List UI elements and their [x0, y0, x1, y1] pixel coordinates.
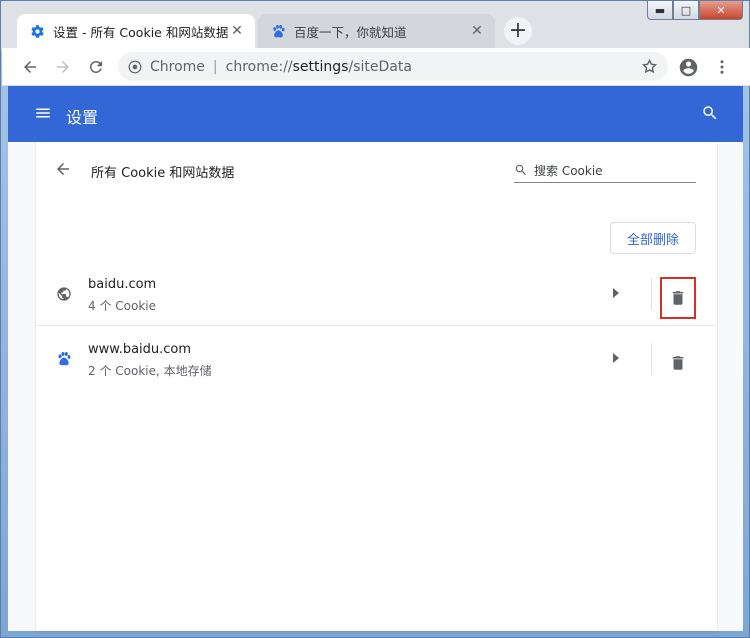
arrow-right-icon: [57, 61, 69, 73]
site-name: www.baidu.com: [88, 342, 192, 357]
close-tab-icon[interactable]: ✕: [469, 23, 485, 39]
site-chip-label: Chrome: [150, 58, 205, 75]
browser-window: ▬ □ ✕ 设置 - 所有 Cookie 和网站数据 ✕ 百度一下，你就知道 ✕…: [0, 0, 750, 638]
caret-right-icon[interactable]: [612, 287, 622, 299]
minimize-button[interactable]: ▬: [647, 1, 673, 20]
baidu-paw-icon: [270, 23, 286, 39]
delete-site-button[interactable]: [660, 277, 696, 319]
settings-title: 设置: [66, 108, 99, 127]
baidu-paw-icon: [56, 351, 72, 367]
browser-toolbar: Chrome | chrome://settings/siteData: [2, 48, 750, 86]
reload-button[interactable]: [82, 53, 110, 81]
url-host: settings: [292, 58, 349, 75]
row-divider: [651, 278, 652, 310]
tab-baidu[interactable]: 百度一下，你就知道 ✕: [258, 14, 495, 48]
new-tab-button[interactable]: +: [504, 17, 532, 45]
trash-icon: [672, 356, 684, 370]
menu-button[interactable]: [708, 53, 736, 81]
remove-all-button[interactable]: 全部删除: [610, 222, 696, 254]
trash-icon: [672, 291, 684, 305]
url-path: /siteData: [348, 58, 412, 75]
page-title: 所有 Cookie 和网站数据: [91, 166, 235, 181]
site-description: 2 个 Cookie, 本地存储: [88, 364, 212, 378]
search-input[interactable]: [534, 163, 684, 178]
site-row-www-baidu-com[interactable]: www.baidu.com 2 个 Cookie, 本地存储: [36, 327, 717, 391]
search-icon[interactable]: [701, 104, 719, 126]
back-button[interactable]: [16, 53, 44, 81]
caret-right-icon[interactable]: [612, 352, 622, 364]
address-bar[interactable]: Chrome | chrome://settings/siteData: [118, 52, 668, 81]
forward-button[interactable]: [49, 53, 77, 81]
arrow-left-icon: [24, 61, 36, 73]
settings-header: 设置: [8, 86, 743, 142]
settings-page: 所有 Cookie 和网站数据 全部删除 baidu.com 4 个 Cooki…: [8, 142, 743, 631]
close-tab-icon[interactable]: ✕: [229, 23, 245, 39]
hamburger-menu-icon[interactable]: [34, 104, 54, 124]
tab-settings[interactable]: 设置 - 所有 Cookie 和网站数据 ✕: [17, 14, 255, 48]
close-window-button[interactable]: ✕: [699, 1, 743, 20]
site-description: 4 个 Cookie: [88, 299, 156, 313]
tab-title: 设置 - 所有 Cookie 和网站数据: [53, 24, 229, 40]
account-circle-icon: [679, 58, 697, 76]
delete-site-button[interactable]: [660, 342, 696, 384]
bookmark-star-icon[interactable]: [641, 58, 658, 79]
site-name: baidu.com: [88, 277, 157, 292]
omnibox-separator: |: [212, 58, 218, 75]
title-bar: ▬ □ ✕ 设置 - 所有 Cookie 和网站数据 ✕ 百度一下，你就知道 ✕…: [1, 1, 749, 51]
back-arrow-icon[interactable]: [54, 160, 74, 180]
search-icon: [514, 163, 530, 179]
site-data-card: 所有 Cookie 和网站数据 全部删除 baidu.com 4 个 Cooki…: [36, 142, 717, 631]
maximize-button[interactable]: □: [673, 1, 699, 20]
url-scheme: chrome://: [225, 58, 293, 75]
cookie-search: [514, 159, 696, 183]
more-vert-icon: [720, 60, 724, 74]
row-divider: [651, 343, 652, 375]
gear-icon: [29, 23, 45, 39]
site-row-baidu-com[interactable]: baidu.com 4 个 Cookie: [36, 262, 717, 326]
tab-title: 百度一下，你就知道: [294, 24, 407, 40]
window-controls: ▬ □ ✕: [647, 1, 743, 21]
profile-button[interactable]: [674, 53, 702, 81]
reload-icon: [89, 60, 102, 73]
globe-icon: [56, 286, 72, 302]
chrome-icon: [128, 60, 142, 73]
